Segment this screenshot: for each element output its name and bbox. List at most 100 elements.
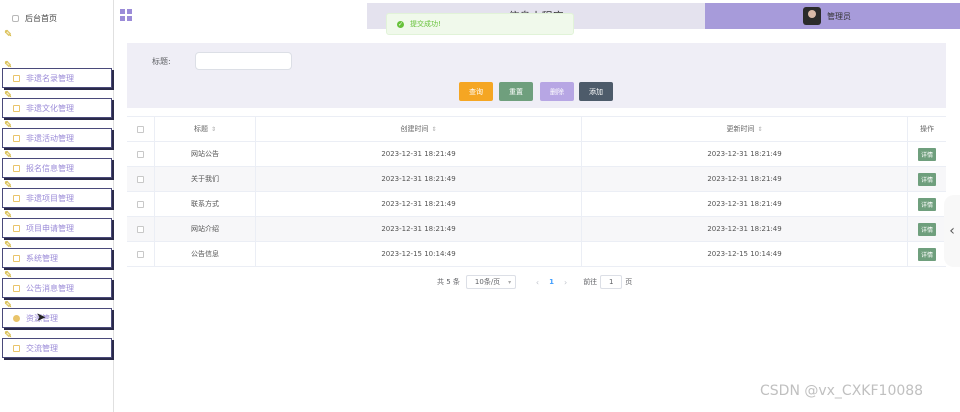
menu-icon [13, 314, 20, 322]
cell-updated: 2023-12-15 10:14:49 [581, 242, 907, 266]
add-button[interactable]: 添加 [579, 82, 613, 101]
pin-icon: ✎ [4, 210, 13, 221]
cell-title: 网站公告 [154, 142, 255, 166]
page-size-value: 10条/页 [474, 278, 501, 286]
pin-icon: ✎ [4, 240, 13, 251]
cell-title: 关于我们 [154, 167, 255, 191]
page-size-select[interactable]: 10条/页 ▾ [465, 275, 516, 289]
menu-icon [13, 74, 20, 82]
pin-icon: ✎ [4, 270, 13, 281]
detail-button[interactable]: 详情 [917, 147, 936, 161]
sidebar-item-label: 交流管理 [26, 343, 58, 353]
cell-created: 2023-12-31 18:21:49 [255, 167, 581, 191]
prev-page-icon[interactable]: ‹ [536, 278, 539, 287]
total-count: 共 5 条 [437, 278, 460, 286]
user-menu[interactable]: 管理员 [705, 3, 960, 29]
pin-icon: ✎ [4, 29, 13, 40]
cell-created: 2023-12-31 18:21:49 [255, 142, 581, 166]
column-header-actions: 操作 [907, 117, 946, 141]
row-checkbox[interactable] [137, 250, 144, 258]
delete-button[interactable]: 删除 [540, 82, 574, 101]
select-all-checkbox[interactable] [137, 125, 144, 133]
sort-icon[interactable]: ⇕ [211, 126, 216, 133]
pin-icon: ✎ [4, 90, 13, 101]
cell-title: 联系方式 [154, 192, 255, 216]
menu-icon [13, 284, 20, 292]
sort-icon[interactable]: ⇕ [757, 126, 762, 133]
sidebar-item-label: 项目申请管理 [26, 223, 74, 233]
pagination: 共 5 条 10条/页 ▾ ‹ 1 › 前往 1 页 [437, 275, 632, 289]
detail-button[interactable]: 详情 [917, 247, 936, 261]
menu-icon [13, 104, 20, 112]
pin-icon: ✎ [4, 300, 13, 311]
menu-icon [13, 134, 20, 142]
data-table: 标题 ⇕ 创建时间 ⇕ 更新时间 ⇕ 操作 网站公告 2023-12-31 18:21… [127, 116, 946, 267]
column-header-created[interactable]: 创建时间 ⇕ [255, 117, 581, 141]
row-checkbox[interactable] [137, 175, 144, 183]
menu-icon [13, 164, 20, 172]
menu-toggle-icon[interactable] [120, 9, 132, 21]
pin-icon: ✎ [4, 60, 13, 71]
cell-created: 2023-12-31 18:21:49 [255, 192, 581, 216]
reset-button[interactable]: 重置 [499, 82, 533, 101]
title-filter-label: 标题: [152, 57, 171, 66]
column-header-title[interactable]: 标题 ⇕ [154, 117, 255, 141]
watermark: CSDN @vx_CXKF10088 [760, 383, 924, 399]
goto-page-input[interactable]: 1 [600, 275, 623, 289]
row-checkbox[interactable] [137, 200, 144, 208]
detail-button[interactable]: 详情 [917, 222, 936, 236]
title-search-input[interactable] [195, 52, 292, 70]
detail-button[interactable]: 详情 [917, 172, 936, 186]
table-header-row: 标题 ⇕ 创建时间 ⇕ 更新时间 ⇕ 操作 [127, 117, 946, 142]
chevron-left-icon: ‹ [949, 223, 955, 239]
sidebar-item-label: 公告消息管理 [26, 283, 74, 293]
pause-overlay-label: 暂停 [23, 28, 71, 54]
current-page[interactable]: 1 [549, 278, 554, 286]
cell-updated: 2023-12-31 18:21:49 [581, 142, 907, 166]
table-row: 关于我们 2023-12-31 18:21:49 2023-12-31 18:2… [127, 167, 946, 192]
pin-icon: ✎ [4, 330, 13, 341]
mouse-cursor-icon: ➤ [36, 310, 47, 324]
menu-icon [13, 194, 20, 202]
table-row: 网站介绍 2023-12-31 18:21:49 2023-12-31 18:2… [127, 217, 946, 242]
query-button[interactable]: 查询 [459, 82, 493, 101]
pin-icon: ✎ [4, 180, 13, 191]
next-page-icon[interactable]: › [564, 278, 567, 287]
goto-label: 前往 [583, 278, 598, 286]
toast-message: 提交成功! [410, 20, 441, 28]
pin-icon: ✎ [4, 120, 13, 131]
sidebar-item-label: 非遗名录管理 [26, 73, 74, 83]
check-circle-icon: ✓ [397, 20, 404, 28]
home-icon [12, 14, 19, 22]
sidebar-item-label: 非遗文化管理 [26, 103, 74, 113]
sidebar-item-label: 非遗活动管理 [26, 133, 74, 143]
sidebar-item-label: 系统管理 [26, 253, 58, 263]
sidebar-item-label: 报名信息管理 [26, 163, 74, 173]
column-header-updated[interactable]: 更新时间 ⇕ [581, 117, 907, 141]
menu-icon [13, 344, 20, 352]
cell-created: 2023-12-31 18:21:49 [255, 217, 581, 241]
sort-icon[interactable]: ⇕ [431, 126, 436, 133]
row-checkbox[interactable] [137, 225, 144, 233]
cell-title: 公告信息 [154, 242, 255, 266]
table-row: 网站公告 2023-12-31 18:21:49 2023-12-31 18:2… [127, 142, 946, 167]
cell-updated: 2023-12-31 18:21:49 [581, 167, 907, 191]
sidebar-item-label: 非遗项目管理 [26, 193, 74, 203]
sidebar: 后台首页 非遗名录管理 非遗文化管理 非遗活动管理 报名信息管理 非遗项目管理 … [0, 0, 114, 412]
success-toast: ✓ 提交成功! [386, 13, 574, 35]
row-checkbox[interactable] [137, 150, 144, 158]
cell-updated: 2023-12-31 18:21:49 [581, 192, 907, 216]
collapse-handle[interactable]: ‹ [944, 195, 960, 267]
page-suffix: 页 [625, 278, 633, 286]
avatar [803, 7, 821, 25]
user-name: 管理员 [827, 11, 851, 21]
chevron-down-icon: ▾ [508, 278, 512, 286]
table-row: 公告信息 2023-12-15 10:14:49 2023-12-15 10:1… [127, 242, 946, 267]
search-panel: 标题: 查询 重置 删除 添加 [127, 43, 946, 108]
cell-created: 2023-12-15 10:14:49 [255, 242, 581, 266]
detail-button[interactable]: 详情 [917, 197, 936, 211]
pin-icon: ✎ [4, 150, 13, 161]
cell-title: 网站介绍 [154, 217, 255, 241]
menu-icon [13, 254, 20, 262]
table-row: 联系方式 2023-12-31 18:21:49 2023-12-31 18:2… [127, 192, 946, 217]
